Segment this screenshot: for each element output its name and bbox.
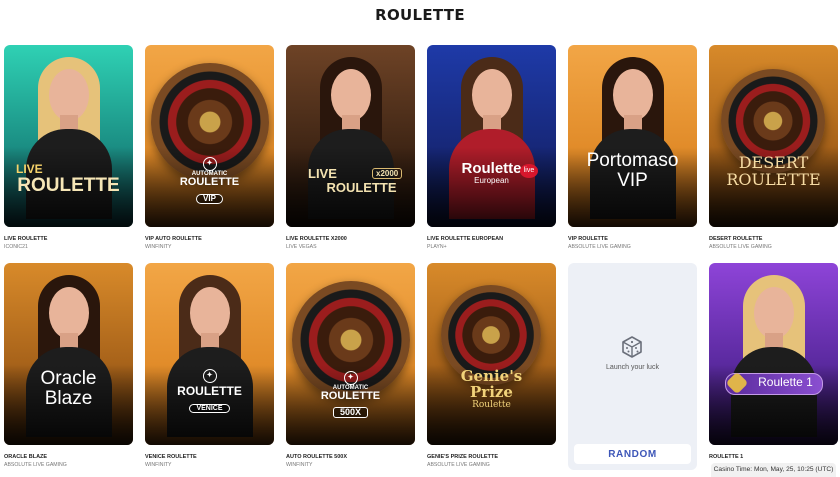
game-logo: LIVE ROULETTE [16, 162, 120, 196]
game-provider: LIVE VEGAS [286, 244, 317, 250]
game-card-vip-roulette[interactable]: Portomaso VIP VIP ROULETTE ABSOLUTE LIVE… [568, 45, 697, 252]
game-name[interactable]: VIP ROULETTE [568, 236, 697, 242]
game-name[interactable]: LIVE ROULETTE EUROPEAN [427, 236, 556, 242]
game-logo: Portomaso VIP [586, 150, 679, 191]
games-grid: LIVE ROULETTE LIVE ROULETTE ICONIC21 ✦ A… [4, 45, 838, 470]
game-card-live-roulette-x2000[interactable]: LIVE ROULETTE x2000 LIVE ROULETTE X2000 … [286, 45, 415, 252]
game-card-live-roulette[interactable]: LIVE ROULETTE LIVE ROULETTE ICONIC21 [4, 45, 133, 252]
dice-icon [622, 336, 642, 358]
crown-icon: ✦ [343, 371, 358, 385]
game-name[interactable]: LIVE ROULETTE X2000 [286, 236, 415, 242]
game-name[interactable]: GENIE'S PRIZE ROULETTE [427, 454, 556, 460]
game-provider: WINFINITY [145, 244, 172, 250]
game-provider: ABSOLUTE LIVE GAMING [4, 462, 67, 468]
page-title: ROULETTE [375, 6, 465, 24]
random-caption: Launch your luck [606, 364, 659, 371]
live-badge: live [520, 164, 538, 178]
game-thumbnail[interactable]: Oracle Blaze [4, 263, 133, 445]
game-thumbnail[interactable]: LIVE ROULETTE x2000 [286, 45, 415, 227]
game-card-live-roulette-european[interactable]: Roulette European live LIVE ROULETTE EUR… [427, 45, 556, 252]
game-card-desert-roulette[interactable]: DESERT ROULETTE DESERT ROULETTE ABSOLUTE… [709, 45, 838, 252]
game-provider: WINFINITY [286, 462, 313, 468]
game-name[interactable]: Roulette 1 [709, 454, 838, 460]
game-thumbnail[interactable]: Roulette 1 [709, 263, 838, 445]
multiplier-badge: x2000 [372, 168, 403, 179]
game-card-venice-roulette[interactable]: ✦ ROULETTE VENICE VENICE ROULETTE WINFIN… [145, 263, 274, 470]
game-thumbnail[interactable]: DESERT ROULETTE [709, 45, 838, 227]
game-name[interactable]: ORACLE BLAZE [4, 454, 133, 460]
game-card-roulette-1[interactable]: Roulette 1 Roulette 1 [709, 263, 838, 470]
casino-time: Casino Time: Mon, May, 25, 10:25 (UTC) [711, 463, 836, 477]
game-card-oracle-blaze[interactable]: Oracle Blaze ORACLE BLAZE ABSOLUTE LIVE … [4, 263, 133, 470]
game-thumbnail[interactable]: Portomaso VIP [568, 45, 697, 227]
random-game-card[interactable]: Launch your luck RANDOM [568, 263, 697, 470]
game-thumbnail[interactable]: ✦ ROULETTE VENICE [145, 263, 274, 445]
random-button[interactable]: RANDOM [574, 444, 691, 464]
game-provider: WINFINITY [145, 462, 172, 468]
game-thumbnail[interactable]: LIVE ROULETTE [4, 45, 133, 227]
crown-icon: ✦ [202, 157, 217, 171]
game-card-genies-prize-roulette[interactable]: Genie's Prize Roulette GENIE'S PRIZE ROU… [427, 263, 556, 470]
crown-icon: ✦ [202, 369, 217, 383]
game-thumbnail[interactable]: Roulette European live [427, 45, 556, 227]
game-logo: DESERT ROULETTE [726, 153, 821, 189]
game-provider: ABSOLUTE LIVE GAMING [709, 244, 772, 250]
game-logo: Genie's Prize Roulette [460, 367, 523, 410]
game-card-vip-auto-roulette[interactable]: ✦ AUTOMATIC ROULETTE VIP VIP AUTO ROULET… [145, 45, 274, 252]
game-logo: ✦ ROULETTE VENICE [145, 365, 274, 414]
game-thumbnail[interactable]: Genie's Prize Roulette [427, 263, 556, 445]
game-thumbnail[interactable]: ✦ AUTOMATIC ROULETTE 500X [286, 263, 415, 445]
game-provider: ABSOLUTE LIVE GAMING [427, 462, 490, 468]
game-provider: PLAYN+ [427, 244, 447, 250]
game-name[interactable]: DESERT ROULETTE [709, 236, 838, 242]
game-thumbnail[interactable]: ✦ AUTOMATIC ROULETTE VIP [145, 45, 274, 227]
game-provider: ABSOLUTE LIVE GAMING [568, 244, 631, 250]
game-name[interactable]: VIP AUTO ROULETTE [145, 236, 274, 242]
game-provider: ICONIC21 [4, 244, 28, 250]
game-logo: Roulette 1 [758, 375, 813, 389]
game-logo: ✦ AUTOMATIC ROULETTE 500X [286, 367, 415, 420]
game-name[interactable]: AUTO ROULETTE 500X [286, 454, 415, 460]
game-name[interactable]: LIVE ROULETTE [4, 236, 133, 242]
game-logo: Oracle Blaze [40, 368, 97, 409]
game-name[interactable]: VENICE ROULETTE [145, 454, 274, 460]
game-logo: ✦ AUTOMATIC ROULETTE VIP [145, 153, 274, 206]
game-card-auto-roulette-500x[interactable]: ✦ AUTOMATIC ROULETTE 500X AUTO ROULETTE … [286, 263, 415, 470]
random-panel[interactable]: Launch your luck RANDOM [568, 263, 697, 470]
